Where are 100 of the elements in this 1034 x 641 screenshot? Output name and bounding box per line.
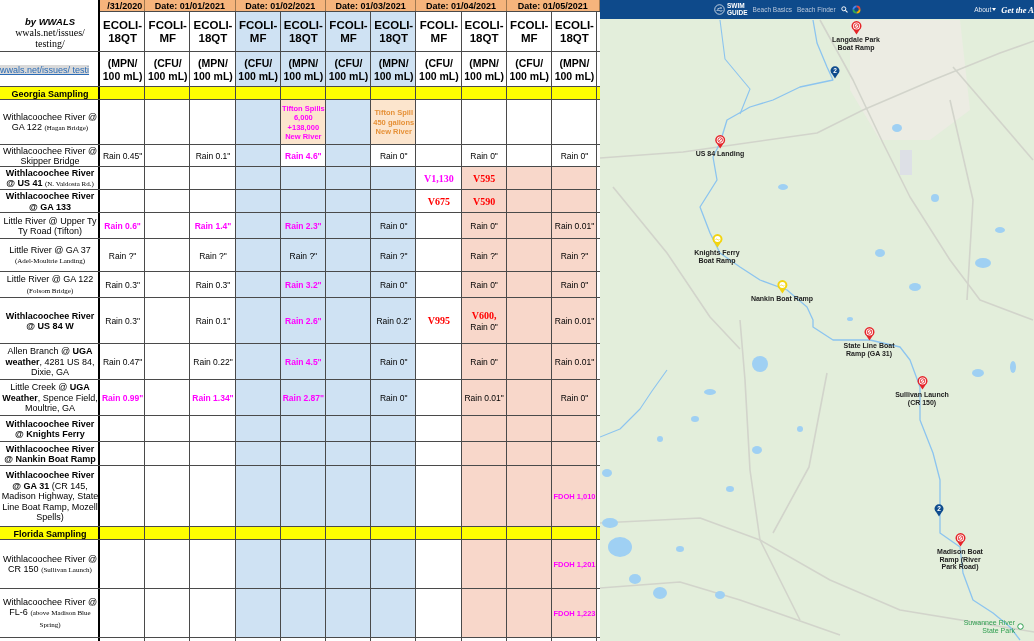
- lake: [602, 469, 612, 477]
- lake: [608, 537, 632, 557]
- logo-icon[interactable]: [714, 4, 725, 15]
- app-link[interactable]: Get the A: [1001, 4, 1034, 15]
- table-cell: [371, 589, 417, 638]
- park-icon[interactable]: [1017, 623, 1024, 631]
- table-cell: Rain 0.01": [551, 344, 598, 380]
- table-cell: [325, 466, 372, 527]
- column-header: FCOLI-MF: [509, 19, 550, 45]
- rain-reading: Rain 0.1": [195, 316, 231, 326]
- section-title: Florida Sampling: [13, 528, 87, 539]
- unit-header: (MPN/ 100 mL): [463, 57, 505, 82]
- rain-reading: Rain 0": [470, 151, 498, 161]
- ban-pin-icon[interactable]: [954, 533, 966, 547]
- ban-pin-icon[interactable]: [714, 135, 726, 149]
- site-name: Withlacoochee River @ GA 31 (CR 145, Madison Highway, State Line Boat Ramp, Mozell Spells): [1, 470, 99, 523]
- table-cell: [235, 239, 281, 272]
- sample-count: V995: [427, 315, 450, 327]
- table-cell: Rain 0": [461, 213, 507, 239]
- table-cell: Rain ?": [371, 239, 417, 272]
- lake: [752, 356, 768, 372]
- rain-reading: Rain 1.34": [192, 393, 234, 403]
- rain-reading: Rain 0": [560, 151, 589, 161]
- table-cell: Rain 0": [461, 344, 507, 380]
- table-cell: [325, 344, 372, 380]
- table-cell: Rain 0.01": [551, 213, 598, 239]
- rain-reading: Rain 0": [379, 151, 408, 161]
- river-line: [600, 369, 668, 438]
- unit-header: (MPN/ 100 mL): [371, 52, 417, 87]
- lake: [797, 426, 803, 432]
- lake: [909, 283, 921, 291]
- lake: [691, 416, 699, 422]
- lake: [715, 591, 725, 599]
- table-cell: [235, 213, 281, 239]
- column-header: FCOLI-MF: [418, 19, 460, 45]
- table-cell: [235, 540, 281, 589]
- table-cell: Rain ?": [461, 239, 507, 272]
- column-header: FCOLI-MF: [235, 12, 281, 52]
- table-cell: V600, Rain 0": [461, 298, 507, 344]
- lake: [704, 389, 716, 395]
- table-cell: [325, 540, 372, 589]
- table-cell: [325, 100, 372, 145]
- table-cell: [325, 213, 372, 239]
- rain-reading: Rain 4.6": [285, 151, 322, 161]
- column-header: FCOLI-MF: [147, 19, 188, 45]
- table-cell: [235, 100, 281, 145]
- sample-count: V675: [427, 195, 450, 208]
- table-cell: Rain 2.6": [280, 298, 326, 344]
- ban-pin-icon[interactable]: [850, 21, 862, 35]
- ring-icon[interactable]: [851, 5, 861, 14]
- table-cell: Rain 0": [551, 380, 598, 416]
- unit-header: (CFU/ 100 mL): [508, 57, 551, 82]
- table-cell: [280, 416, 326, 442]
- lake: [629, 574, 641, 584]
- lake: [1010, 361, 1016, 373]
- lake: [995, 227, 1005, 233]
- site-name: Withlacoochee River @ US 84 W: [4, 310, 96, 332]
- column-header: ECOLI-18QT: [553, 19, 595, 45]
- rain-reading: Rain 0.1": [195, 151, 231, 161]
- lake: [892, 124, 902, 132]
- url-link[interactable]: wwals.net/issues/ testi: [0, 64, 90, 75]
- unit-header: (MPN/ 100 mL): [192, 57, 234, 82]
- table-cell: Rain 2.3": [280, 213, 326, 239]
- lake: [657, 436, 663, 442]
- section-title: Georgia Sampling: [11, 88, 89, 99]
- table-cell: Rain ?": [280, 239, 326, 272]
- table-cell: [235, 416, 281, 442]
- rain-reading: Rain 0.3": [105, 280, 140, 290]
- search-icon[interactable]: [840, 6, 848, 13]
- table-cell: [325, 416, 372, 442]
- lake: [726, 486, 734, 492]
- table-cell: Rain 0": [551, 272, 598, 298]
- site-name: Withlacoochee River @ Skipper Bridge: [1, 145, 99, 167]
- rain-reading: Rain 1.4": [194, 221, 232, 231]
- caret-icon: [992, 8, 997, 11]
- unit-header: (CFU/ 100 mL): [418, 57, 460, 82]
- ban-pin-icon[interactable]: [916, 376, 928, 390]
- table-cell: [325, 298, 372, 344]
- table-cell: Rain 2.87": [280, 380, 326, 416]
- column-header: ECOLI-18QT: [463, 19, 505, 45]
- date-header: /31/2020: [100, 0, 146, 12]
- table-cell: [371, 540, 417, 589]
- rain-reading: Rain 0.3": [105, 316, 140, 326]
- unit-header: (MPN/ 100 mL): [280, 52, 326, 87]
- table-cell: [235, 298, 281, 344]
- lake: [847, 317, 853, 321]
- table-cell: [235, 380, 281, 416]
- table-cell: Rain 0.2": [371, 298, 417, 344]
- date-header: Date: 01/01/2021: [145, 0, 236, 12]
- table-cell: [235, 145, 281, 167]
- lake: [875, 249, 885, 257]
- table-cell: Rain 0": [371, 272, 417, 298]
- table-cell: [235, 272, 281, 298]
- rain-reading: Rain 0.45": [102, 151, 143, 161]
- unit-header: (CFU/ 100 mL): [325, 52, 372, 87]
- ban-pin-icon[interactable]: [863, 327, 875, 341]
- site-name: Allen Branch @ UGA weather, 4281 US 84, Dixie, GA: [4, 346, 96, 378]
- rain-reading: Rain ?": [199, 250, 227, 261]
- site-name: Withlacoochee River @ GA 133: [4, 191, 96, 212]
- rain-reading: Rain ?": [108, 250, 137, 261]
